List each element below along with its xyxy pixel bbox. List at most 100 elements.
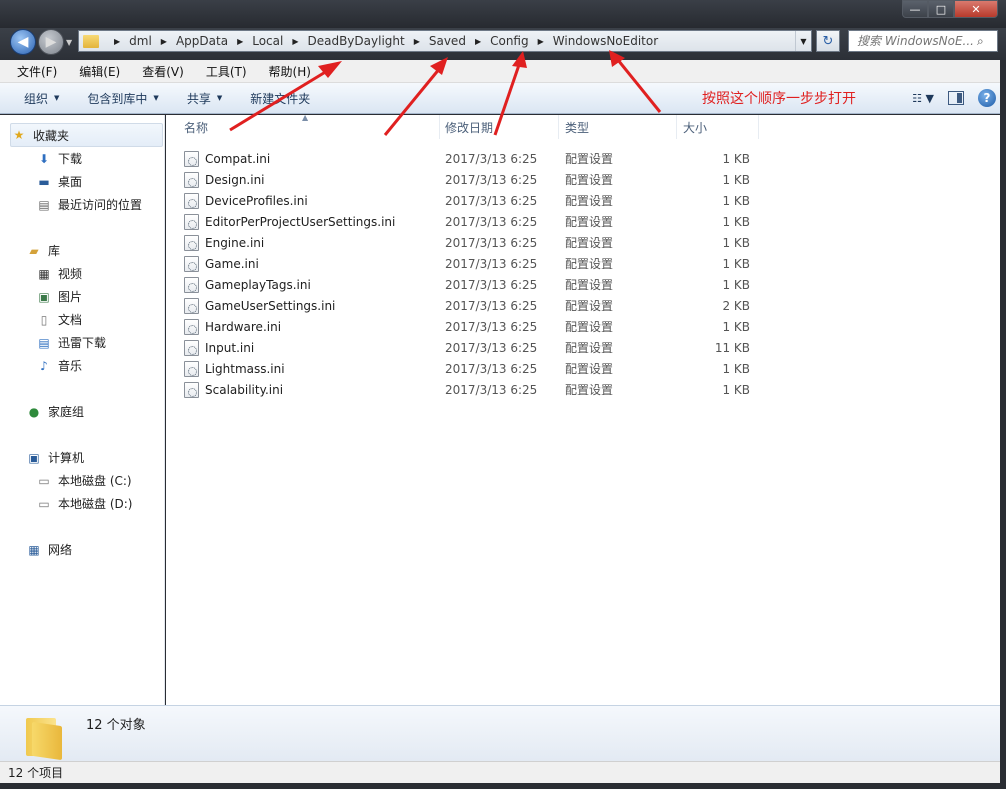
computer-icon: ▣ (28, 450, 40, 465)
chevron-right-icon[interactable]: ▶ (292, 37, 298, 46)
table-row[interactable]: Input.ini 2017/3/13 6:25 配置设置 11 KB (184, 337, 750, 358)
breadcrumb-saved[interactable]: Saved (429, 34, 466, 48)
column-header-label: 大小 (683, 120, 708, 135)
file-date: 2017/3/13 6:25 (445, 256, 538, 271)
column-header-label: 修改日期 (445, 120, 494, 135)
file-type: 配置设置 (565, 299, 614, 313)
file-date: 2017/3/13 6:25 (445, 214, 538, 229)
column-header-type[interactable]: 类型 (559, 115, 677, 139)
preview-pane-icon[interactable] (948, 91, 964, 105)
new-folder-label: 新建文件夹 (250, 91, 311, 106)
system-drive-icon: ▭ (38, 473, 50, 488)
search-icon[interactable]: ⌕ (977, 34, 984, 49)
breadcrumb-deadbydaylight[interactable]: DeadByDaylight (307, 34, 404, 48)
file-date: 2017/3/13 6:25 (445, 193, 538, 208)
table-row[interactable]: DeviceProfiles.ini 2017/3/13 6:25 配置设置 1 KB (184, 190, 750, 211)
forward-button[interactable]: ▶ (38, 29, 64, 55)
sidebar-item-drive-c[interactable]: ▭ 本地磁盘 (C:) (36, 472, 131, 489)
file-name[interactable]: Engine.ini (205, 236, 467, 250)
sidebar-item-documents[interactable]: ▯ 文档 (36, 311, 82, 328)
breadcrumb-appdata[interactable]: AppData (176, 34, 228, 48)
sidebar-item-label: 迅雷下载 (58, 336, 107, 350)
breadcrumb-config[interactable]: Config (490, 34, 529, 48)
sidebar-item-favorites[interactable]: ★ 收藏夹 (10, 123, 163, 147)
sidebar-item-libraries[interactable]: ▰ 库 (26, 242, 60, 259)
close-button[interactable]: ✕ (954, 0, 998, 18)
menu-edit[interactable]: 编辑(E) (68, 63, 131, 80)
menu-tools[interactable]: 工具(T) (195, 63, 258, 80)
menu-bar: 文件(F) 编辑(E) 查看(V) 工具(T) 帮助(H) (0, 60, 1006, 83)
file-name[interactable]: GameplayTags.ini (205, 278, 467, 292)
search-box[interactable]: ⌕ (848, 30, 998, 52)
table-row[interactable]: Scalability.ini 2017/3/13 6:25 配置设置 1 KB (184, 379, 750, 400)
address-dropdown-icon[interactable]: ▼ (795, 31, 811, 51)
chevron-right-icon[interactable]: ▶ (161, 37, 167, 46)
file-name[interactable]: Game.ini (205, 257, 467, 271)
chevron-right-icon[interactable]: ▶ (475, 37, 481, 46)
sidebar-item-pictures[interactable]: ▣ 图片 (36, 288, 82, 305)
menu-file[interactable]: 文件(F) (6, 63, 68, 80)
file-name[interactable]: Compat.ini (205, 152, 467, 166)
help-icon[interactable]: ? (978, 89, 996, 107)
sidebar-item-videos[interactable]: ▦ 视频 (36, 265, 82, 282)
table-row[interactable]: Game.ini 2017/3/13 6:25 配置设置 1 KB (184, 253, 750, 274)
table-row[interactable]: EditorPerProjectUserSettings.ini 2017/3/1… (184, 211, 750, 232)
column-header-date[interactable]: 修改日期 (440, 115, 559, 139)
file-name[interactable]: Lightmass.ini (205, 362, 467, 376)
chevron-right-icon[interactable]: ▶ (237, 37, 243, 46)
file-type: 配置设置 (565, 278, 614, 292)
breadcrumb-windowsnoeditor[interactable]: WindowsNoEditor (553, 34, 658, 48)
breadcrumb-local[interactable]: Local (252, 34, 283, 48)
config-file-icon (184, 150, 199, 167)
file-name[interactable]: Input.ini (205, 341, 467, 355)
chevron-right-icon[interactable]: ▶ (538, 37, 544, 46)
include-in-library-button[interactable]: 包含到库中 ▼ (73, 90, 172, 107)
network-icon: ▦ (28, 542, 40, 557)
file-name[interactable]: DeviceProfiles.ini (205, 194, 467, 208)
search-input[interactable] (849, 34, 977, 48)
chevron-right-icon[interactable]: ▶ (414, 37, 420, 46)
sidebar-item-drive-d[interactable]: ▭ 本地磁盘 (D:) (36, 495, 132, 512)
file-name[interactable]: EditorPerProjectUserSettings.ini (205, 215, 467, 229)
window-controls: — □ ✕ (902, 0, 998, 18)
recent-pages-dropdown-icon[interactable]: ▼ (66, 38, 72, 47)
file-date: 2017/3/13 6:25 (445, 277, 538, 292)
menu-help[interactable]: 帮助(H) (258, 63, 322, 80)
sidebar-item-thunder[interactable]: ▤ 迅雷下载 (36, 334, 106, 351)
back-button[interactable]: ◀ (10, 29, 36, 55)
refresh-button[interactable]: ↻ (816, 30, 840, 52)
maximize-button[interactable]: □ (928, 0, 954, 18)
table-row[interactable]: GameUserSettings.ini 2017/3/13 6:25 配置设置 2 … (184, 295, 750, 316)
minimize-button[interactable]: — (902, 0, 928, 18)
table-row[interactable]: Lightmass.ini 2017/3/13 6:25 配置设置 1 KB (184, 358, 750, 379)
menu-view[interactable]: 查看(V) (131, 63, 195, 80)
table-row[interactable]: Engine.ini 2017/3/13 6:25 配置设置 1 KB (184, 232, 750, 253)
file-size: 11 KB (714, 340, 750, 355)
sidebar-item-homegroup[interactable]: ● 家庭组 (26, 403, 84, 420)
sidebar-item-music[interactable]: ♪ 音乐 (36, 357, 82, 374)
chevron-right-icon[interactable]: ▶ (114, 37, 120, 46)
file-name[interactable]: Scalability.ini (205, 383, 467, 397)
column-header-name[interactable]: 名称 ▲ (178, 113, 440, 139)
new-folder-button[interactable]: 新建文件夹 (236, 90, 324, 107)
address-row: ◀ ▶ ▼ ▶ dml ▶ AppData ▶ Local ▶ DeadByDa… (0, 28, 1006, 60)
sidebar-item-label: 本地磁盘 (D:) (58, 497, 133, 511)
table-row[interactable]: GameplayTags.ini 2017/3/13 6:25 配置设置 1 KB (184, 274, 750, 295)
table-row[interactable]: Hardware.ini 2017/3/13 6:25 配置设置 1 KB (184, 316, 750, 337)
column-header-size[interactable]: 大小 (677, 115, 759, 139)
file-name[interactable]: Hardware.ini (205, 320, 467, 334)
file-name[interactable]: Design.ini (205, 173, 467, 187)
address-bar[interactable]: ▶ dml ▶ AppData ▶ Local ▶ DeadByDaylight… (78, 30, 812, 52)
share-button[interactable]: 共享 ▼ (173, 90, 236, 107)
breadcrumb-dml[interactable]: dml (129, 34, 152, 48)
sidebar-item-desktop[interactable]: ▬ 桌面 (36, 173, 82, 190)
file-name[interactable]: GameUserSettings.ini (205, 299, 467, 313)
sidebar-item-computer[interactable]: ▣ 计算机 (26, 449, 84, 466)
sidebar-item-network[interactable]: ▦ 网络 (26, 541, 72, 558)
organize-button[interactable]: 组织 ▼ (10, 90, 73, 107)
table-row[interactable]: Compat.ini 2017/3/13 6:25 配置设置 1 KB (184, 148, 750, 169)
sidebar-item-recent[interactable]: ▤ 最近访问的位置 (36, 196, 142, 213)
sidebar-item-downloads[interactable]: ⬇ 下载 (36, 150, 82, 167)
table-row[interactable]: Design.ini 2017/3/13 6:25 配置设置 1 KB (184, 169, 750, 190)
view-options-icon[interactable]: ☷ ▼ (912, 92, 934, 105)
